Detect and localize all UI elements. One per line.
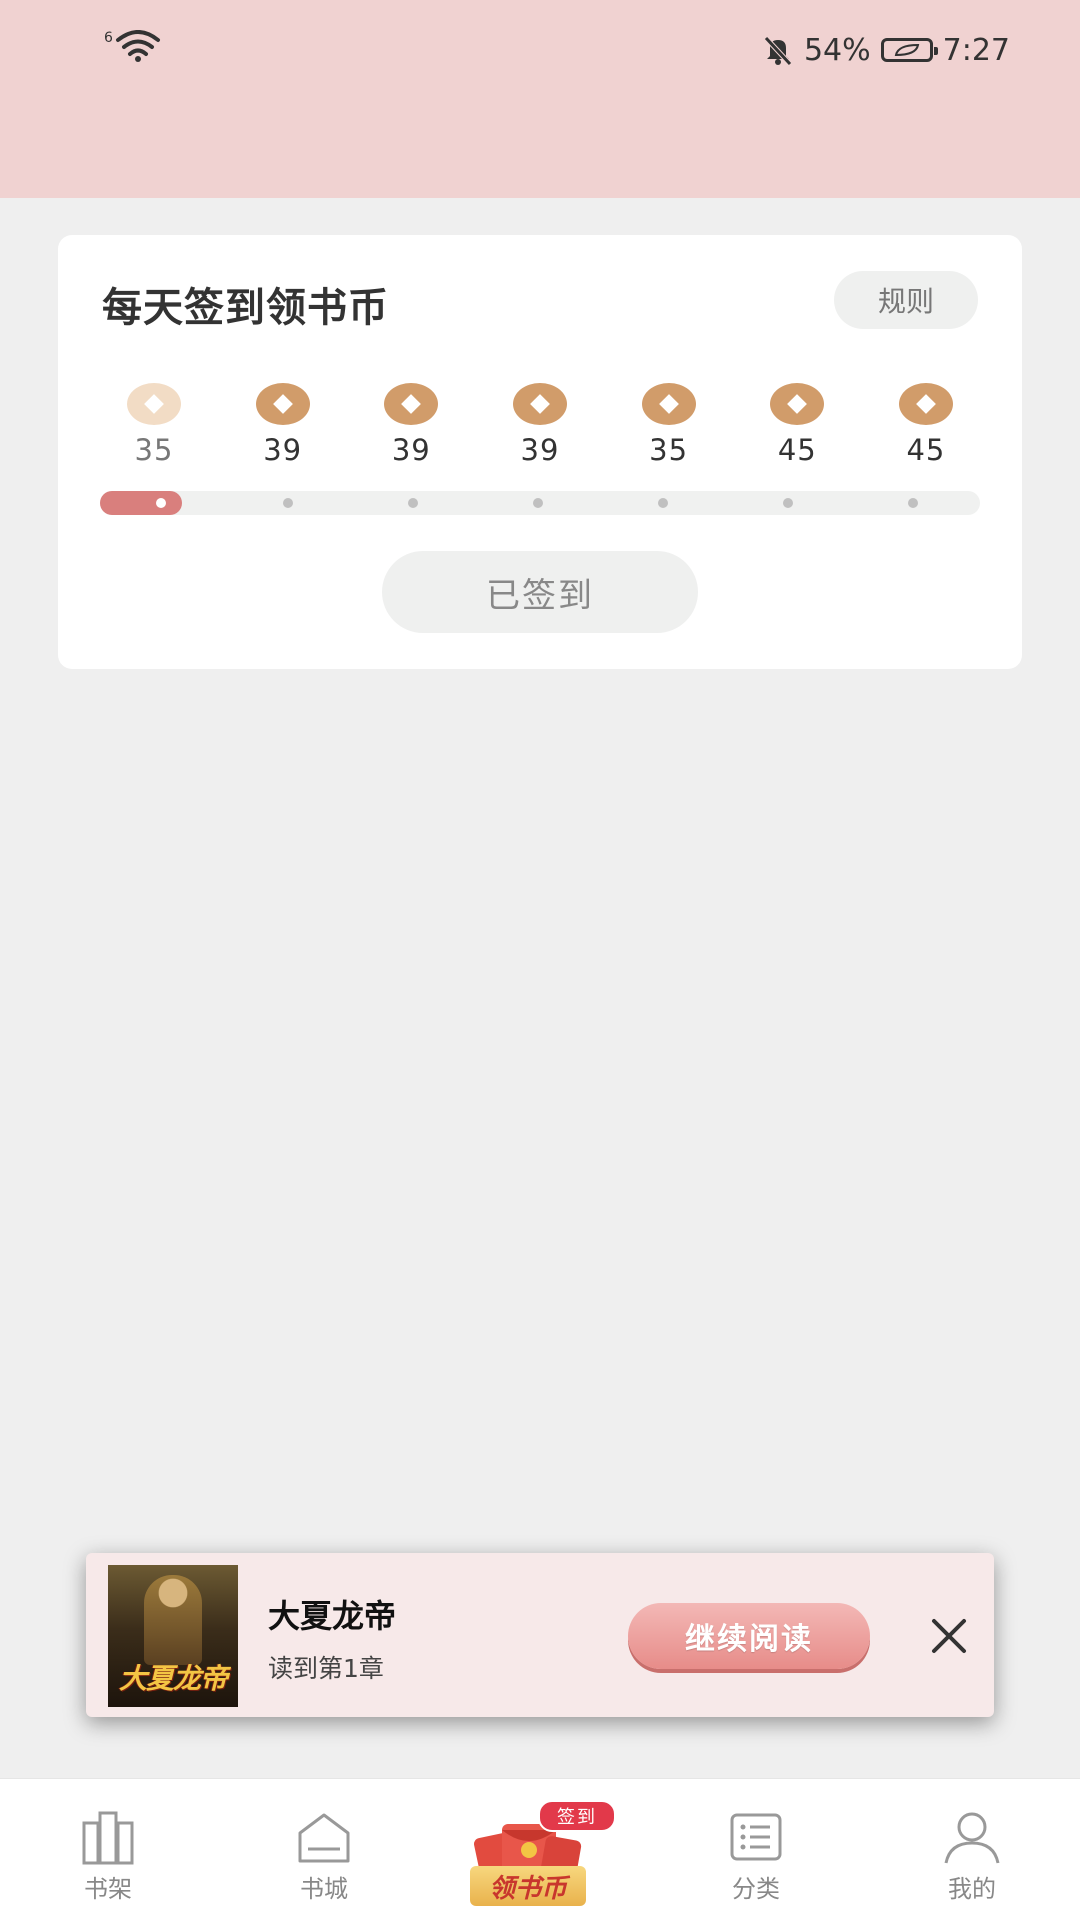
tab-label: 书城 [300, 1875, 348, 1903]
category-list-icon [730, 1813, 782, 1861]
signed-in-button[interactable]: 已签到 [382, 551, 698, 633]
coin-icon [898, 383, 953, 425]
tab-bookstore[interactable]: 书城 [254, 1779, 394, 1921]
tab-label: 分类 [732, 1875, 780, 1903]
battery-percent: 54% [803, 32, 871, 68]
day-reward-value: 39 [391, 433, 431, 467]
mute-bell-icon [764, 36, 792, 66]
day-reward-value: 39 [263, 433, 303, 467]
progress-dot [908, 498, 918, 508]
clock: 7:27 [942, 32, 1010, 68]
tab-label: 我的 [948, 1875, 996, 1903]
tab-get-coins[interactable]: 领书币 签到 [460, 1800, 616, 1920]
coin-icon [512, 383, 567, 425]
continue-reading-bar[interactable]: 大夏龙帝 大夏龙帝 读到第1章 继续阅读 [86, 1553, 994, 1717]
checkin-progress-bar [100, 491, 980, 515]
progress-dot [408, 498, 418, 508]
day-reward-value: 45 [777, 433, 817, 467]
progress-dot [533, 498, 543, 508]
tab-category[interactable]: 分类 [686, 1779, 826, 1921]
checkin-day-4: 39 [488, 383, 592, 467]
checkin-day-3: 39 [359, 383, 463, 467]
checkin-day-2: 39 [231, 383, 335, 467]
day-reward-value: 35 [134, 433, 174, 467]
network-type-label: 6 [104, 30, 113, 46]
checkin-day-5: 35 [617, 383, 721, 467]
day-reward-value: 35 [649, 433, 689, 467]
tab-label: 书架 [84, 1875, 132, 1903]
progress-dot [283, 498, 293, 508]
checkin-card: 每天签到领书币 规则 35 39 39 39 35 45 45 已签到 [58, 235, 1022, 669]
progress-dot [783, 498, 793, 508]
checkin-title: 每天签到领书币 [102, 285, 389, 331]
bookshelf-icon [82, 1811, 134, 1865]
battery-icon [880, 38, 938, 62]
wifi-icon [115, 30, 160, 62]
checkin-days: 35 39 39 39 35 45 45 [102, 383, 978, 467]
continue-reading-button[interactable]: 继续阅读 [628, 1603, 870, 1669]
close-button[interactable] [924, 1611, 974, 1661]
checkin-progress-fill [100, 491, 182, 515]
coin-icon [127, 383, 181, 425]
checkin-day-6: 45 [745, 383, 849, 467]
checkin-day-7: 45 [874, 383, 978, 467]
cover-title-art: 大夏龙帝 [118, 1662, 228, 1695]
get-coins-label: 领书币 [470, 1866, 586, 1906]
tab-bookshelf[interactable]: 书架 [38, 1779, 178, 1921]
tab-profile[interactable]: 我的 [902, 1779, 1042, 1921]
coin-icon [255, 383, 310, 425]
rules-button[interactable]: 规则 [834, 271, 978, 329]
network-indicator: 6 [104, 30, 161, 62]
reading-progress: 读到第1章 [268, 1654, 384, 1683]
book-cover[interactable]: 大夏龙帝 [108, 1565, 238, 1707]
bookstore-icon [298, 1813, 350, 1863]
progress-dot [658, 498, 668, 508]
checkin-day-1: 35 [102, 383, 206, 467]
coin-icon [641, 383, 696, 425]
coin-icon [384, 383, 439, 425]
coin-icon [770, 383, 825, 425]
progress-dot [156, 498, 166, 508]
status-bar: 6 54% 7:27 [0, 0, 1080, 198]
day-reward-value: 45 [906, 433, 946, 467]
day-reward-value: 39 [520, 433, 560, 467]
cover-figure [144, 1575, 202, 1665]
user-icon [944, 1812, 1000, 1864]
book-title: 大夏龙帝 [268, 1597, 397, 1635]
checkin-badge: 签到 [538, 1800, 616, 1832]
close-icon [932, 1619, 966, 1653]
